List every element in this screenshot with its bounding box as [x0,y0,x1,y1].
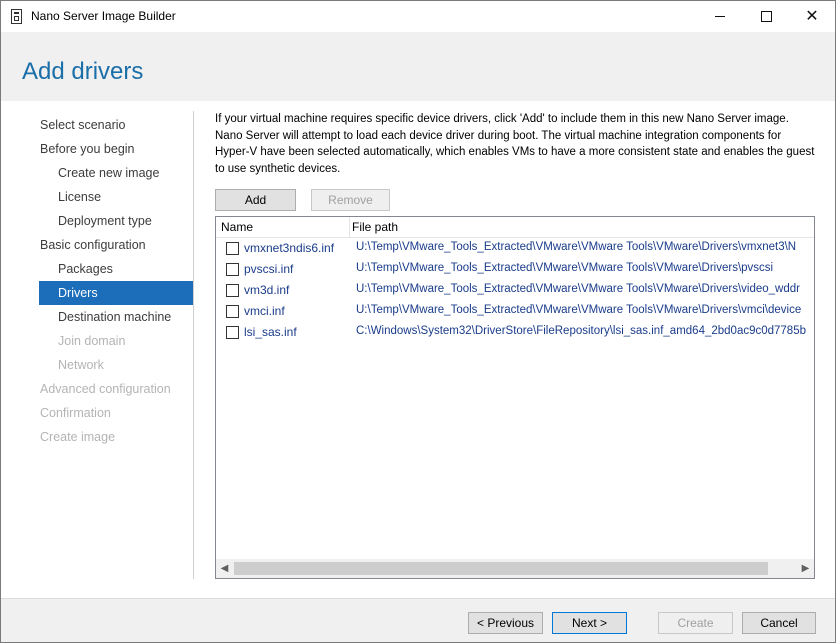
list-header: Name File path [216,217,814,238]
nav-item-confirmation: Confirmation [40,406,111,420]
scrollbar-thumb[interactable] [234,562,768,575]
nav-item-select-scenario[interactable]: Select scenario [39,113,193,137]
nav-item-create-new-image[interactable]: Create new image [39,161,193,185]
driver-file-path: C:\Windows\System32\DriverStore\FileRepo… [356,325,806,337]
maximize-icon [760,11,772,22]
driver-name: vm3d.inf [244,283,290,297]
cancel-button[interactable]: Cancel [742,612,816,634]
driver-name: vmci.inf [244,304,285,318]
maximize-button[interactable] [743,1,789,32]
table-row[interactable]: vmxnet3ndis6.inf U:\Temp\VMware_Tools_Ex… [216,238,814,259]
driver-name: vmxnet3ndis6.inf [244,241,335,255]
create-button[interactable]: Create [658,612,733,634]
nav-item-destination-machine[interactable]: Destination machine [39,305,193,329]
driver-file-path: U:\Temp\VMware_Tools_Extracted\VMware\VM… [356,262,774,274]
column-separator[interactable] [349,217,350,237]
previous-button[interactable]: < Previous [468,612,543,634]
nav-item-network: Network [58,358,104,372]
nav-item-deployment-type[interactable]: Deployment type [39,209,193,233]
table-row[interactable]: pvscsi.inf U:\Temp\VMware_Tools_Extracte… [216,259,814,280]
driver-file-path: U:\Temp\VMware_Tools_Extracted\VMware\VM… [356,283,800,295]
app-window: Nano Server Image Builder ✕ Add drivers … [0,0,836,643]
nav-item-basic-configuration[interactable]: Basic configuration [39,233,193,257]
wizard-footer: < Previous Next > Create Cancel [1,598,835,642]
list-rows: vmxnet3ndis6.inf U:\Temp\VMware_Tools_Ex… [216,238,814,343]
window-title: Nano Server Image Builder [31,9,176,23]
minimize-icon [715,16,725,17]
close-icon: ✕ [805,7,819,25]
table-row[interactable]: lsi_sas.inf C:\Windows\System32\DriverSt… [216,322,814,343]
row-checkbox[interactable] [226,284,239,297]
nav-item-before-you-begin[interactable]: Before you begin [39,137,193,161]
driver-name: pvscsi.inf [244,262,294,276]
row-checkbox[interactable] [226,263,239,276]
nav-item-license[interactable]: License [39,185,193,209]
nav-item-drivers[interactable]: Drivers [39,281,193,305]
minimize-button[interactable] [697,1,743,32]
app-icon [11,9,22,24]
wizard-content: Select scenario Before you begin Create … [1,101,835,598]
page-header: Add drivers [1,32,835,101]
page-description: If your virtual machine requires specifi… [215,113,815,175]
row-checkbox[interactable] [226,305,239,318]
nav-item-advanced-configuration: Advanced configuration [40,382,171,396]
driver-name: lsi_sas.inf [244,325,297,339]
row-checkbox[interactable] [226,326,239,339]
nav-item-packages[interactable]: Packages [39,257,193,281]
column-header-file-path[interactable]: File path [352,217,398,237]
table-row[interactable]: vm3d.inf U:\Temp\VMware_Tools_Extracted\… [216,280,814,301]
scroll-right-icon[interactable]: ▶ [797,559,814,578]
nav-item-create-image: Create image [40,430,116,444]
title-bar[interactable]: Nano Server Image Builder ✕ [1,1,835,32]
nav-divider [193,111,194,579]
next-button[interactable]: Next > [552,612,627,634]
table-row[interactable]: vmci.inf U:\Temp\VMware_Tools_Extracted\… [216,301,814,322]
scroll-left-icon[interactable]: ◀ [216,559,233,578]
driver-file-path: U:\Temp\VMware_Tools_Extracted\VMware\VM… [356,241,797,253]
column-header-name[interactable]: Name [221,217,346,237]
row-checkbox[interactable] [226,242,239,255]
remove-button[interactable]: Remove [311,189,390,211]
wizard-nav: Select scenario Before you begin Create … [39,113,193,449]
drivers-list[interactable]: Name File path vmxnet3ndis6.inf U:\Temp\… [215,216,815,579]
nav-item-join-domain: Join domain [58,334,126,348]
add-button[interactable]: Add [215,189,296,211]
close-button[interactable]: ✕ [789,1,835,32]
horizontal-scrollbar[interactable]: ◀ ▶ [216,559,814,578]
page-title: Add drivers [22,58,144,85]
driver-file-path: U:\Temp\VMware_Tools_Extracted\VMware\VM… [356,304,802,316]
